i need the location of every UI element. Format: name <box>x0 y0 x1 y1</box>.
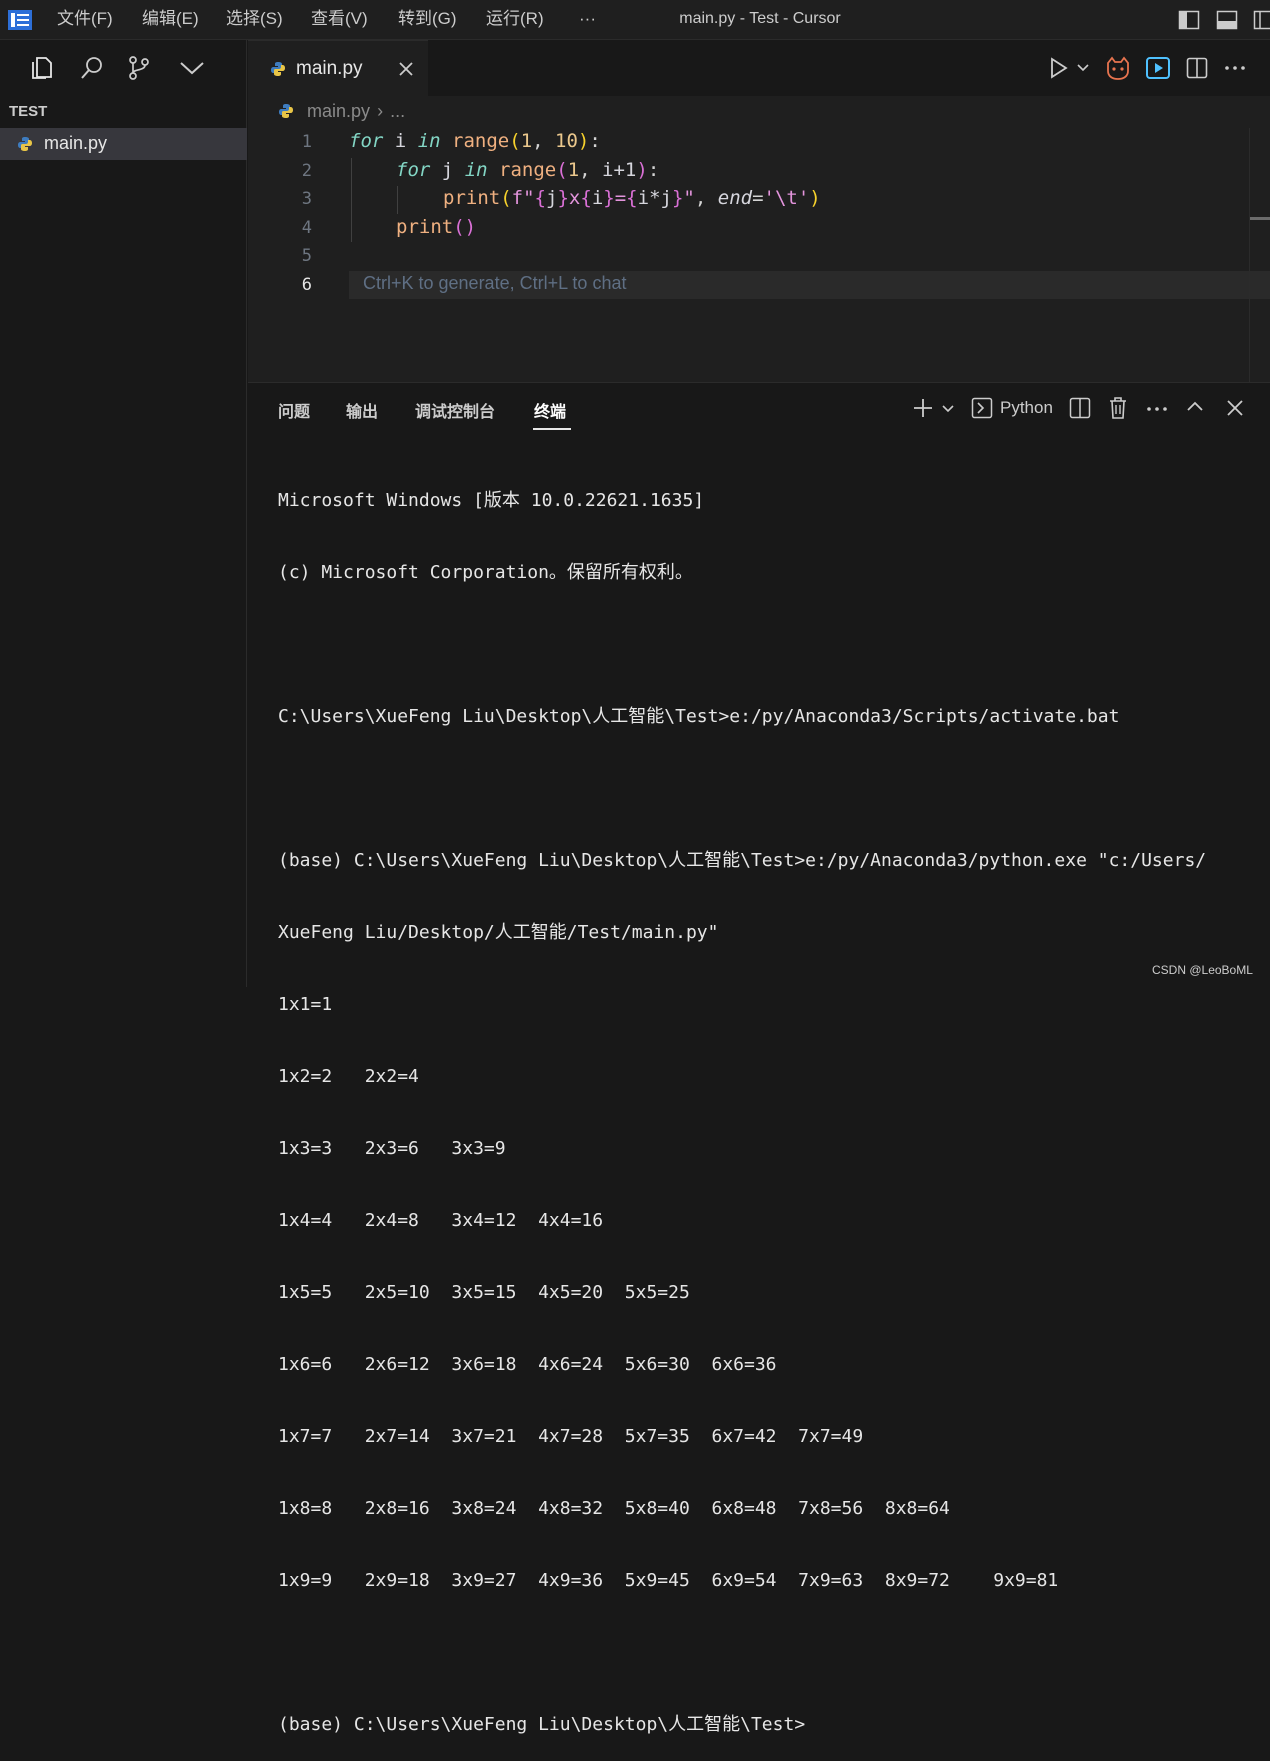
code-line-4: print() <box>396 216 476 238</box>
run-python-file-icon[interactable] <box>1048 56 1070 80</box>
tab-debug-console[interactable]: 调试控制台 <box>415 398 495 422</box>
file-tree-item-main-py[interactable]: main.py <box>0 128 247 160</box>
menu-run[interactable]: 运行(R) <box>486 0 544 40</box>
terminal-line: 1x1=1 <box>278 993 1206 1017</box>
indent-guide <box>351 158 352 242</box>
terminal-line: 1x2=2 2x2=4 <box>278 1065 1206 1089</box>
line-number: 5 <box>280 246 312 266</box>
menu-file[interactable]: 文件(F) <box>57 0 113 40</box>
explorer-icon[interactable] <box>28 54 56 82</box>
terminal-line: 1x6=6 2x6=12 3x6=18 4x6=24 5x6=30 6x6=36 <box>278 1353 1206 1377</box>
toggle-secondary-sidebar-icon[interactable] <box>1252 8 1270 32</box>
terminal-line: C:\Users\XueFeng Liu\Desktop\人工智能\Test>e… <box>278 705 1206 729</box>
code-line-3: print(f"{j}x{i}={i*j}", end='\t') <box>443 187 821 209</box>
chevron-down-icon[interactable] <box>178 54 206 82</box>
terminal-line: 1x7=7 2x7=14 3x7=21 4x7=28 5x7=35 6x7=42… <box>278 1425 1206 1449</box>
line-number: 3 <box>280 189 312 209</box>
line-number-current: 6 <box>280 275 312 295</box>
terminal-line: 1x9=9 2x9=18 3x9=27 4x9=36 5x9=45 6x9=54… <box>278 1569 1206 1593</box>
terminal-line: 1x5=5 2x5=10 3x5=15 4x5=20 5x5=25 <box>278 1281 1206 1305</box>
code-line-1: for i in range(1, 10): <box>349 130 601 152</box>
terminal-line: (c) Microsoft Corporation。保留所有权利。 <box>278 561 1206 585</box>
new-terminal-plus-icon[interactable] <box>912 397 934 419</box>
ai-generate-hint: Ctrl+K to generate, Ctrl+L to chat <box>363 273 626 294</box>
toggle-primary-sidebar-icon[interactable] <box>1177 8 1201 32</box>
app-logo-icon[interactable] <box>7 8 33 32</box>
indent-guide <box>397 186 398 214</box>
terminal-profile-name[interactable]: Python <box>1000 398 1053 418</box>
cursor-agent-icon[interactable] <box>1105 55 1131 81</box>
minimap-border <box>1249 128 1250 382</box>
terminal-output[interactable]: Microsoft Windows [版本 10.0.22621.1635] (… <box>278 441 1206 1761</box>
python-file-icon <box>17 136 33 152</box>
search-icon[interactable] <box>78 54 106 82</box>
split-editor-icon[interactable] <box>1185 56 1209 80</box>
terminal-line <box>278 777 1206 801</box>
sidebar <box>0 40 247 987</box>
tab-terminal[interactable]: 终端 <box>534 398 566 422</box>
terminal-line: Microsoft Windows [版本 10.0.22621.1635] <box>278 489 1206 513</box>
run-options-chevron-icon[interactable] <box>1076 62 1090 74</box>
toggle-panel-icon[interactable] <box>1215 8 1239 32</box>
active-tab-indicator <box>533 428 571 430</box>
menu-view[interactable]: 查看(V) <box>311 0 368 40</box>
window-title: main.py - Test - Cursor <box>560 0 960 40</box>
tab-main-py[interactable]: main.py <box>248 40 428 96</box>
tab-problems[interactable]: 问题 <box>278 398 310 422</box>
menu-selection[interactable]: 选择(S) <box>226 0 283 40</box>
breadcrumb-more[interactable]: ... <box>390 101 405 121</box>
more-actions-icon[interactable] <box>1224 58 1246 78</box>
code-line-2: for j in range(1, i+1): <box>396 159 659 181</box>
terminal-line: 1x3=3 2x3=6 3x3=9 <box>278 1137 1206 1161</box>
explorer-section-title[interactable]: TEST <box>9 103 47 120</box>
split-terminal-icon[interactable] <box>1069 397 1091 419</box>
breadcrumb-file[interactable]: main.py <box>307 101 370 121</box>
source-control-icon[interactable] <box>125 54 153 82</box>
tab-label: main.py <box>296 58 363 80</box>
scrollbar-thumb[interactable] <box>1250 217 1270 220</box>
terminal-line <box>278 1641 1206 1665</box>
terminal-prompt-line: (base) C:\Users\XueFeng Liu\Desktop\人工智能… <box>278 1713 1206 1737</box>
terminal-line: XueFeng Liu/Desktop/人工智能/Test/main.py" <box>278 921 1206 945</box>
python-file-icon <box>270 61 286 77</box>
line-number: 4 <box>280 218 312 238</box>
terminal-line: (base) C:\Users\XueFeng Liu\Desktop\人工智能… <box>278 849 1206 873</box>
line-number: 2 <box>280 161 312 181</box>
debug-run-icon[interactable] <box>1145 56 1171 80</box>
breadcrumb-separator-icon: › <box>377 101 383 121</box>
close-icon[interactable] <box>398 61 414 77</box>
terminal-line: 1x4=4 2x4=8 3x4=12 4x4=16 <box>278 1209 1206 1233</box>
menu-edit[interactable]: 编辑(E) <box>142 0 199 40</box>
terminal-profile-icon[interactable] <box>971 397 993 419</box>
python-file-icon <box>278 103 294 119</box>
tab-output[interactable]: 输出 <box>346 398 378 422</box>
line-number: 1 <box>280 132 312 152</box>
terminal-line <box>278 633 1206 657</box>
terminal-line: 1x8=8 2x8=16 3x8=24 4x8=32 5x8=40 6x8=48… <box>278 1497 1206 1521</box>
kill-terminal-trash-icon[interactable] <box>1107 396 1129 420</box>
breadcrumb: main.py › ... <box>278 101 405 122</box>
terminal-dropdown-chevron-icon[interactable] <box>941 403 955 415</box>
panel-more-actions-icon[interactable] <box>1146 399 1168 419</box>
close-panel-icon[interactable] <box>1226 399 1244 417</box>
watermark: CSDN @LeoBoML <box>1152 963 1253 977</box>
menu-go[interactable]: 转到(G) <box>398 0 457 40</box>
file-name-label: main.py <box>44 133 107 154</box>
maximize-panel-chevron-up-icon[interactable] <box>1185 398 1205 416</box>
